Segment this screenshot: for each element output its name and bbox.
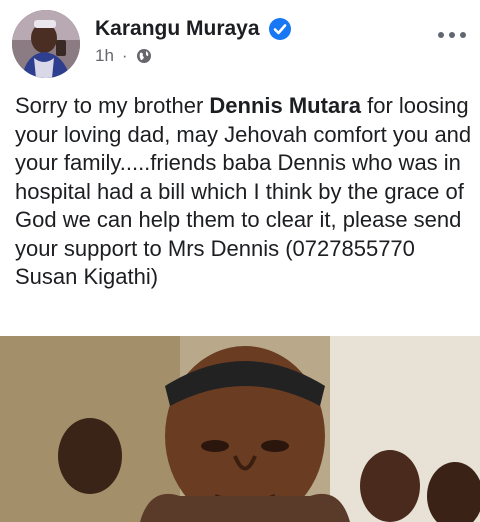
post-text-start: Sorry to my brother (15, 93, 210, 118)
post-text-rest: for loosing your loving dad, may Jehovah… (15, 93, 478, 289)
more-dot (438, 32, 444, 38)
tagged-name[interactable]: Dennis Mutara (209, 93, 361, 118)
author-row: Karangu Muraya (95, 17, 292, 41)
verified-badge-icon (268, 17, 292, 41)
globe-icon (136, 48, 152, 64)
post-meta: 1h · (95, 46, 152, 66)
author-name[interactable]: Karangu Muraya (95, 17, 260, 41)
post-timestamp[interactable]: 1h (95, 46, 114, 66)
post-photo[interactable] (0, 336, 480, 522)
more-options-icon[interactable] (438, 28, 466, 42)
more-dot (460, 32, 466, 38)
post-text: Sorry to my brother Dennis Mutara for lo… (15, 92, 475, 292)
author-avatar[interactable] (12, 10, 80, 78)
meta-separator: · (121, 46, 128, 65)
more-dot (449, 32, 455, 38)
